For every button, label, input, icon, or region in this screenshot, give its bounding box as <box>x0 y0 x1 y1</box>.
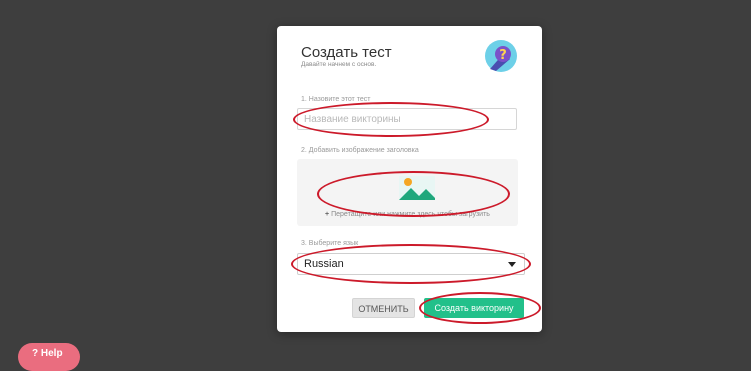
language-select[interactable]: Russian <box>297 253 525 275</box>
create-quiz-dialog: Создать тест Давайте начнем с основ. ? 1… <box>277 26 542 332</box>
quiz-name-input[interactable] <box>297 108 517 130</box>
upload-hint: + Перетащите или нажмите здесь чтобы заг… <box>297 211 518 218</box>
header-image-dropzone[interactable]: + Перетащите или нажмите здесь чтобы заг… <box>297 159 518 226</box>
help-label: ? Help <box>32 348 63 359</box>
language-selected-value: Russian <box>304 258 344 270</box>
cancel-button[interactable]: ОТМЕНИТЬ <box>352 298 415 318</box>
help-circle-icon: ? <box>32 348 39 359</box>
quiz-name-label: 1. Назовите этот тест <box>301 96 371 103</box>
svg-text:?: ? <box>499 48 507 63</box>
upload-text: Перетащите или нажмите здесь чтобы загру… <box>331 211 490 218</box>
help-text: Help <box>40 348 63 359</box>
header-image-label: 2. Добавить изображение заголовка <box>301 147 419 154</box>
image-landscape-icon <box>399 176 435 200</box>
language-label: 3. Выберите язык <box>301 240 359 247</box>
help-button[interactable]: ? Help <box>18 343 80 371</box>
dialog-subtitle: Давайте начнем с основ. <box>301 61 377 68</box>
create-quiz-button[interactable]: Создать викторину <box>424 298 524 318</box>
caret-down-icon <box>508 262 516 267</box>
dialog-title: Создать тест <box>301 44 392 61</box>
quiz-question-icon: ? <box>485 40 517 72</box>
upload-plus: + <box>325 211 330 218</box>
